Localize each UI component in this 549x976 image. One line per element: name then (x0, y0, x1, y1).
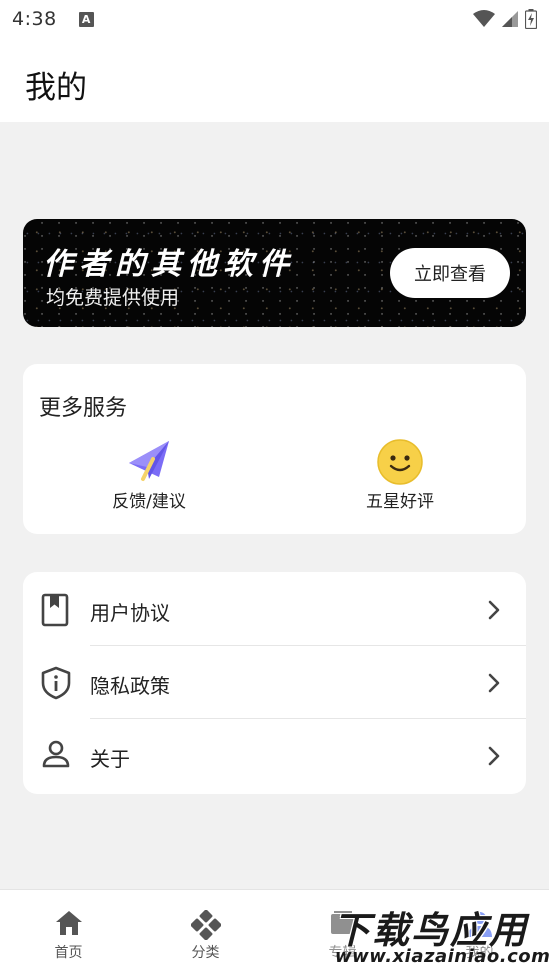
other-apps-banner[interactable]: 作者的其他软件 均免费提供使用 立即查看 (23, 219, 526, 327)
nav-category[interactable]: 分类 (137, 890, 274, 976)
battery-icon (525, 9, 537, 29)
user-agreement-label: 用户协议 (90, 601, 170, 625)
about-label: 关于 (90, 747, 130, 771)
view-now-button[interactable]: 立即查看 (390, 248, 510, 298)
privacy-policy-label: 隐私政策 (90, 674, 170, 698)
settings-menu-card: 用户协议 隐私政策 关于 (23, 572, 526, 794)
gamepad-icon (190, 910, 221, 940)
notification-badge-icon: A (78, 11, 94, 27)
chevron-right-icon (488, 600, 500, 620)
nav-category-label: 分类 (191, 945, 220, 961)
five-star-rating-button[interactable]: 五星好评 (320, 437, 480, 517)
banner-title: 作者的其他软件 (43, 247, 295, 282)
nav-home[interactable]: 首页 (0, 890, 137, 976)
status-time: 4:38 (12, 8, 57, 30)
header: 我的 (0, 38, 549, 122)
home-icon (55, 911, 82, 935)
chevron-right-icon (488, 673, 500, 693)
paper-plane-icon (129, 441, 169, 481)
status-bar: 4:38 A (0, 0, 549, 38)
nav-home-label: 首页 (54, 945, 83, 961)
services-card: 更多服务 反馈/建议 五星好评 (23, 364, 526, 534)
bookmark-book-icon (41, 593, 69, 627)
watermark-url-text: www.xiazainiao.com (335, 946, 549, 967)
wifi-icon (473, 10, 495, 27)
menu-item-privacy-policy[interactable]: 隐私政策 (23, 646, 526, 719)
feedback-label: 反馈/建议 (112, 492, 186, 512)
five-star-label: 五星好评 (366, 492, 434, 512)
banner-subtitle: 均免费提供使用 (46, 287, 180, 309)
page-title: 我的 (25, 70, 87, 106)
feedback-button[interactable]: 反馈/建议 (69, 437, 229, 517)
shield-info-icon (41, 666, 71, 700)
status-icons (473, 9, 537, 29)
menu-item-about[interactable]: 关于 (23, 719, 526, 792)
services-title: 更多服务 (39, 396, 128, 421)
signal-icon (502, 11, 518, 27)
menu-item-user-agreement[interactable]: 用户协议 (23, 573, 526, 646)
chevron-right-icon (488, 746, 500, 766)
smiley-face-icon (377, 439, 423, 485)
person-icon (42, 740, 70, 768)
watermark-logo: 下载鸟应用 www.xiazainiao.com (329, 898, 549, 972)
